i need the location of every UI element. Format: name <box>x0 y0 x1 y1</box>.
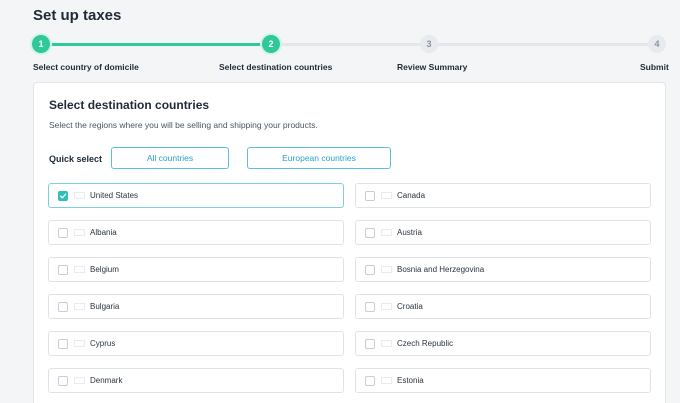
quick-select-label: Quick select <box>49 154 103 164</box>
ee-flag-icon <box>381 377 392 384</box>
step-4-indicator: 4 <box>648 35 666 53</box>
checkbox[interactable] <box>58 301 68 312</box>
checkbox[interactable] <box>58 338 68 349</box>
country-name: Austria <box>397 228 422 237</box>
checkbox[interactable] <box>365 338 375 349</box>
country-option-czech-republic[interactable]: Czech Republic <box>355 331 651 356</box>
country-name: Belgium <box>90 265 119 274</box>
step-1-label: Select country of domicile <box>33 62 139 72</box>
dk-flag-icon <box>74 377 85 384</box>
checkbox[interactable] <box>365 190 375 201</box>
country-name: Albania <box>90 228 117 237</box>
all-countries-button[interactable]: All countries <box>111 147 229 169</box>
country-name: Croatia <box>397 302 423 311</box>
checkbox[interactable] <box>365 375 375 386</box>
checkbox[interactable] <box>58 227 68 238</box>
country-name: Czech Republic <box>397 339 454 348</box>
country-option-austria[interactable]: Austria <box>355 220 651 245</box>
checkbox[interactable] <box>58 375 68 386</box>
bg-flag-icon <box>74 303 85 310</box>
country-option-united-states[interactable]: United States <box>48 183 344 208</box>
country-name: United States <box>90 191 139 200</box>
ba-flag-icon <box>381 266 392 273</box>
step-3-indicator: 3 <box>420 35 438 53</box>
at-flag-icon <box>381 229 392 236</box>
card-subtitle: Select the regions where you will be sel… <box>49 120 318 130</box>
stepper: 1 2 3 4 Select country of domicile Selec… <box>0 34 680 74</box>
country-option-bosnia-and-herzegovina[interactable]: Bosnia and Herzegovina <box>355 257 651 282</box>
hr-flag-icon <box>381 303 392 310</box>
country-option-bulgaria[interactable]: Bulgaria <box>48 294 344 319</box>
ca-flag-icon <box>381 192 392 199</box>
country-option-croatia[interactable]: Croatia <box>355 294 651 319</box>
step-2-label: Select destination countries <box>219 62 333 72</box>
checkbox[interactable] <box>365 227 375 238</box>
us-flag-icon <box>74 192 85 199</box>
country-name: Bulgaria <box>90 302 120 311</box>
be-flag-icon <box>74 266 85 273</box>
country-option-cyprus[interactable]: Cyprus <box>48 331 344 356</box>
card-title: Select destination countries <box>49 98 210 112</box>
country-name: Bosnia and Herzegovina <box>397 265 485 274</box>
step-3-label: Review Summary <box>397 62 468 72</box>
checkbox[interactable] <box>58 190 68 201</box>
country-option-estonia[interactable]: Estonia <box>355 368 651 393</box>
country-name: Cyprus <box>90 339 116 348</box>
destination-countries-card: Select destination countries Select the … <box>33 82 666 403</box>
checkbox[interactable] <box>365 301 375 312</box>
cy-flag-icon <box>74 340 85 347</box>
checkbox[interactable] <box>58 264 68 275</box>
country-name: Denmark <box>90 376 123 385</box>
country-option-canada[interactable]: Canada <box>355 183 651 208</box>
country-name: Estonia <box>397 376 424 385</box>
country-name: Canada <box>397 191 426 200</box>
step-2-indicator[interactable]: 2 <box>262 35 280 53</box>
european-countries-button[interactable]: European countries <box>247 147 391 169</box>
al-flag-icon <box>74 229 85 236</box>
checkbox[interactable] <box>365 264 375 275</box>
country-option-belgium[interactable]: Belgium <box>48 257 344 282</box>
country-option-denmark[interactable]: Denmark <box>48 368 344 393</box>
stepper-progress <box>40 43 270 46</box>
page-title: Set up taxes <box>33 7 122 24</box>
step-4-label: Submit <box>640 62 669 72</box>
country-option-albania[interactable]: Albania <box>48 220 344 245</box>
cz-flag-icon <box>381 340 392 347</box>
checkmark-icon <box>59 193 67 198</box>
step-1-indicator[interactable]: 1 <box>32 35 50 53</box>
